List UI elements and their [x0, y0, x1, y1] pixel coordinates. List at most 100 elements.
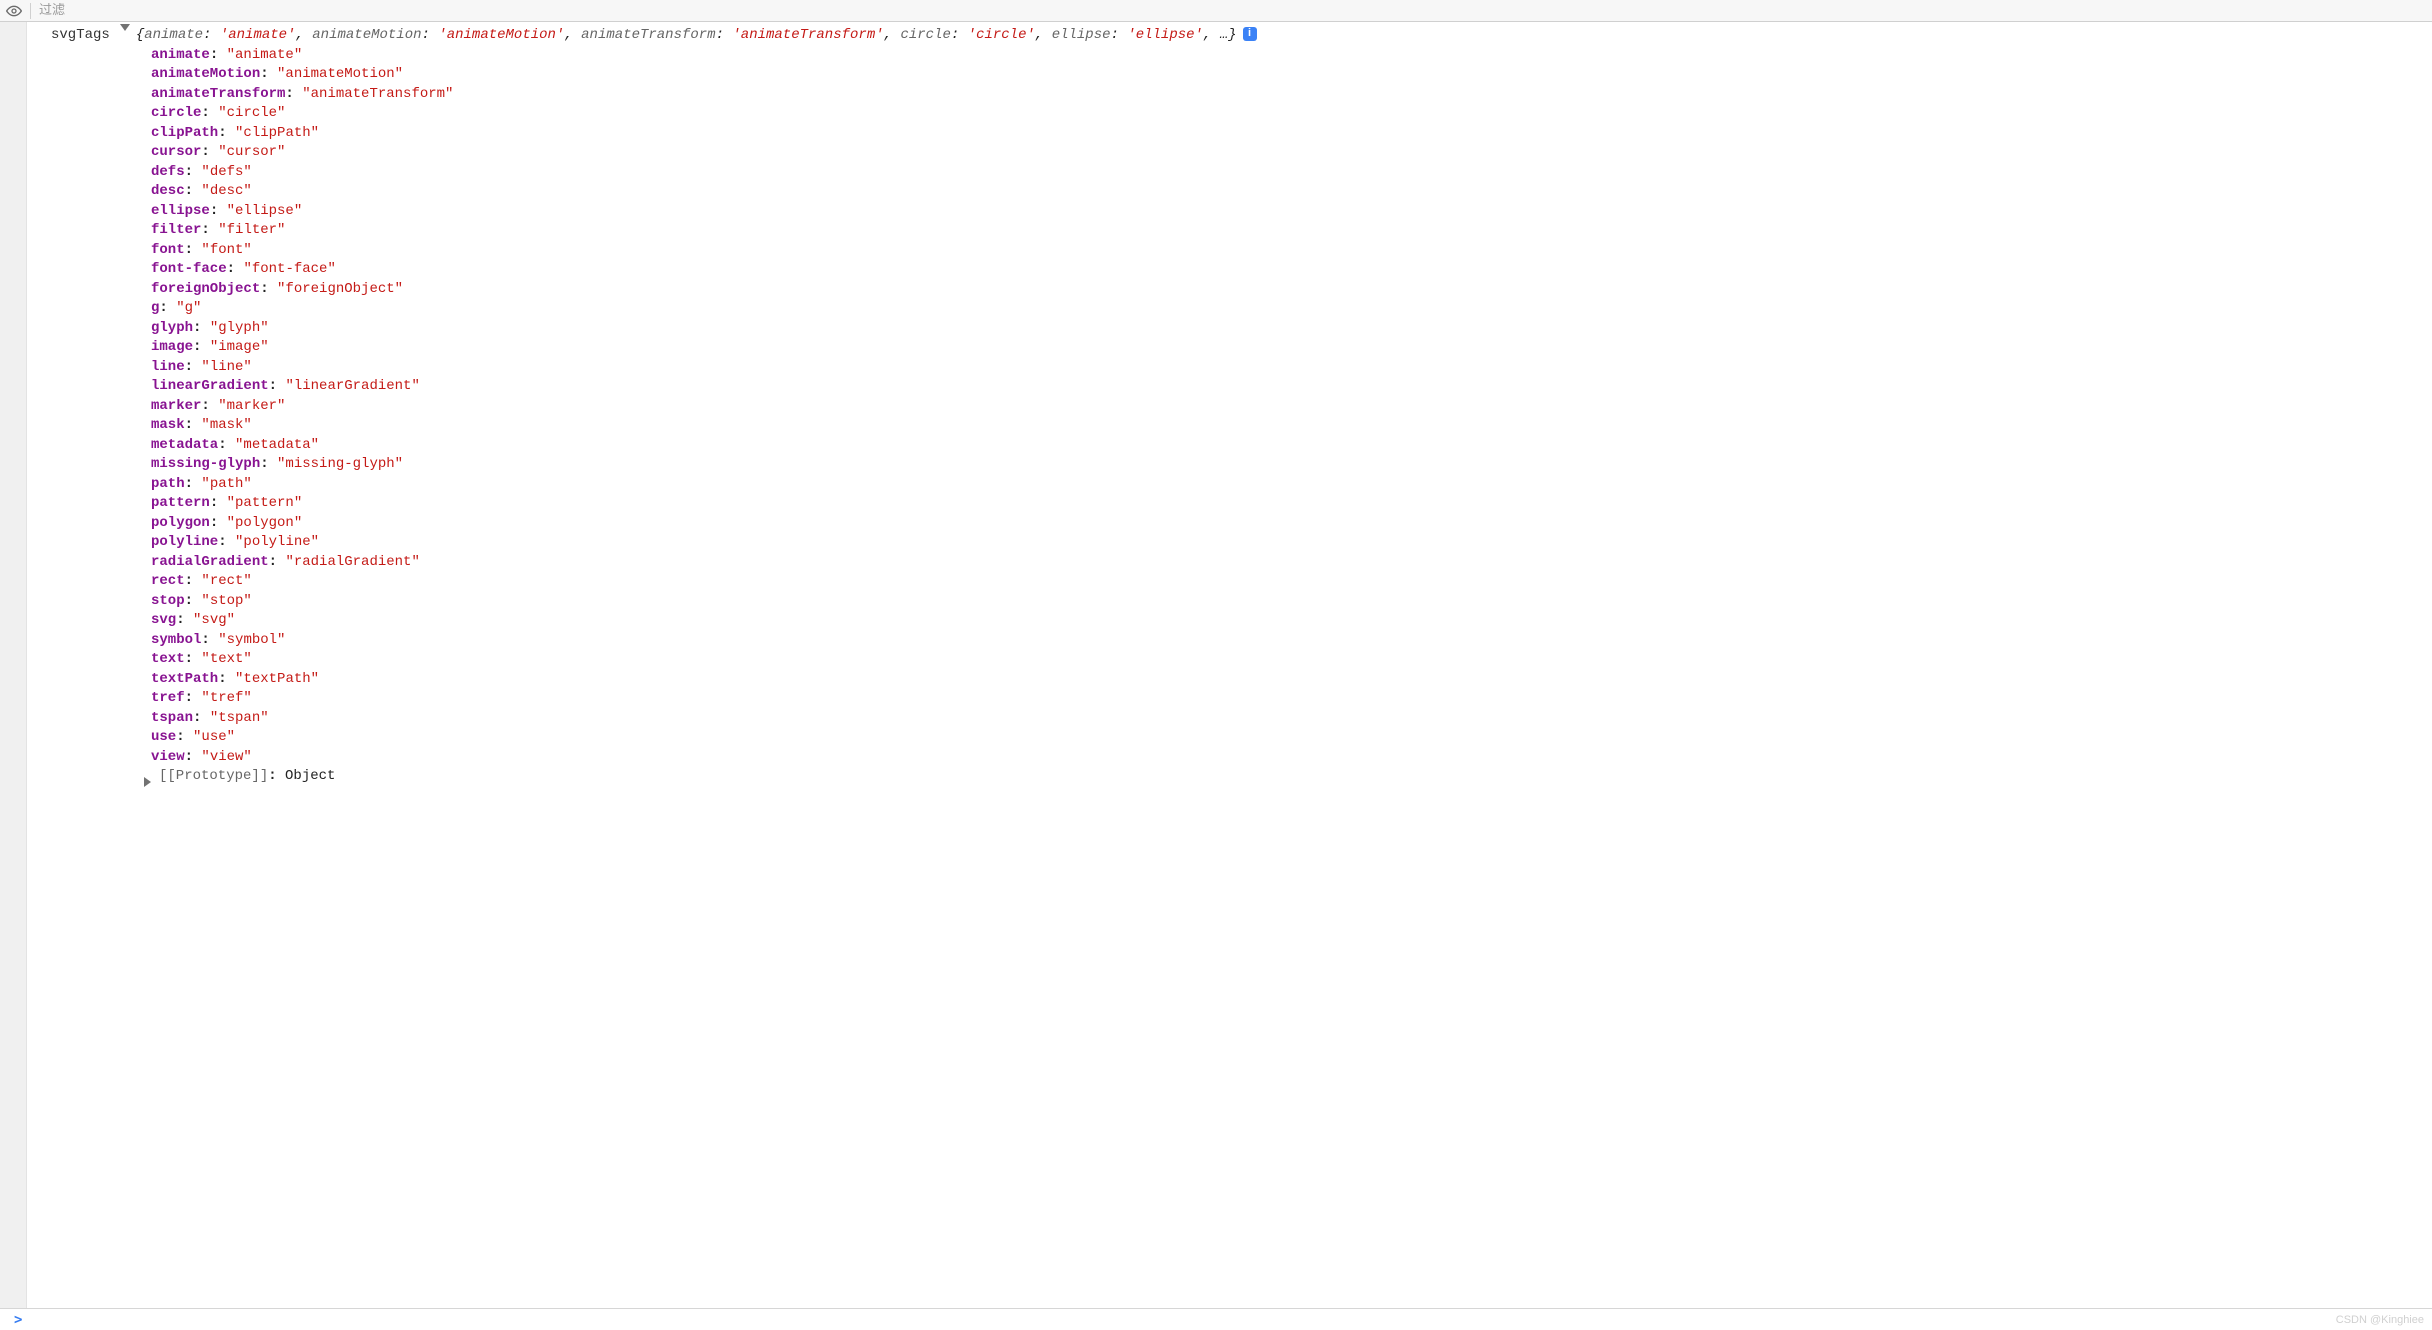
- property-key: animateTransform: [151, 86, 285, 102]
- gutter: [0, 22, 27, 1308]
- property-row[interactable]: defs: "defs": [151, 163, 2432, 183]
- property-value: "circle": [218, 105, 285, 121]
- info-icon[interactable]: i: [1243, 27, 1257, 41]
- property-value: "stop": [201, 593, 251, 609]
- property-key: animate: [151, 47, 210, 63]
- property-value: "tref": [201, 690, 251, 706]
- property-value: "animateTransform": [302, 86, 453, 102]
- property-row[interactable]: svg: "svg": [151, 611, 2432, 631]
- property-key: circle: [151, 105, 201, 121]
- property-key: text: [151, 651, 185, 667]
- property-row[interactable]: radialGradient: "radialGradient": [151, 553, 2432, 573]
- property-key: image: [151, 339, 193, 355]
- property-value: "marker": [218, 398, 285, 414]
- property-value: "rect": [201, 573, 251, 589]
- property-row[interactable]: mask: "mask": [151, 416, 2432, 436]
- property-value: "polygon": [227, 515, 303, 531]
- property-value: "foreignObject": [277, 281, 403, 297]
- property-value: "animateMotion": [277, 66, 403, 82]
- property-value: "svg": [193, 612, 235, 628]
- toolbar-separator: [30, 3, 31, 19]
- live-expression-icon[interactable]: [6, 3, 22, 19]
- property-row[interactable]: ellipse: "ellipse": [151, 202, 2432, 222]
- property-row[interactable]: tref: "tref": [151, 689, 2432, 709]
- property-row[interactable]: textPath: "textPath": [151, 670, 2432, 690]
- property-value: "cursor": [218, 144, 285, 160]
- property-row[interactable]: line: "line": [151, 358, 2432, 378]
- property-key: cursor: [151, 144, 201, 160]
- property-key: pattern: [151, 495, 210, 511]
- property-row[interactable]: rect: "rect": [151, 572, 2432, 592]
- property-key: animateMotion: [151, 66, 260, 82]
- property-value: "pattern": [227, 495, 303, 511]
- property-value: "desc": [201, 183, 251, 199]
- property-key: tspan: [151, 710, 193, 726]
- property-row[interactable]: animateTransform: "animateTransform": [151, 85, 2432, 105]
- property-value: "line": [201, 359, 251, 375]
- property-key: font-face: [151, 261, 227, 277]
- property-value: "text": [201, 651, 251, 667]
- property-row[interactable]: font: "font": [151, 241, 2432, 261]
- collapse-toggle-icon[interactable]: [120, 24, 130, 31]
- property-row[interactable]: metadata: "metadata": [151, 436, 2432, 456]
- console-prompt-bar[interactable]: >: [0, 1308, 2432, 1330]
- property-key: clipPath: [151, 125, 218, 141]
- property-key: path: [151, 476, 185, 492]
- property-value: "ellipse": [227, 203, 303, 219]
- property-row[interactable]: path: "path": [151, 475, 2432, 495]
- prototype-row[interactable]: [[Prototype]]: Object: [134, 767, 2432, 787]
- property-key: desc: [151, 183, 185, 199]
- property-row[interactable]: text: "text": [151, 650, 2432, 670]
- property-row[interactable]: stop: "stop": [151, 592, 2432, 612]
- property-value: "mask": [201, 417, 251, 433]
- property-value: "image": [210, 339, 269, 355]
- property-row[interactable]: polygon: "polygon": [151, 514, 2432, 534]
- property-key: rect: [151, 573, 185, 589]
- property-row[interactable]: glyph: "glyph": [151, 319, 2432, 339]
- property-row[interactable]: filter: "filter": [151, 221, 2432, 241]
- property-key: tref: [151, 690, 185, 706]
- property-key: textPath: [151, 671, 218, 687]
- console-output: svgTags {animate: 'animate', animateMoti…: [0, 22, 2432, 1308]
- property-row[interactable]: cursor: "cursor": [151, 143, 2432, 163]
- property-row[interactable]: view: "view": [151, 748, 2432, 768]
- filter-input[interactable]: [39, 3, 299, 18]
- property-key: missing-glyph: [151, 456, 260, 472]
- property-row[interactable]: circle: "circle": [151, 104, 2432, 124]
- property-key: stop: [151, 593, 185, 609]
- property-key: mask: [151, 417, 185, 433]
- property-key: line: [151, 359, 185, 375]
- property-value: "font": [201, 242, 251, 258]
- property-value: "view": [201, 749, 251, 765]
- property-row[interactable]: linearGradient: "linearGradient": [151, 377, 2432, 397]
- property-key: font: [151, 242, 185, 258]
- property-row[interactable]: animateMotion: "animateMotion": [151, 65, 2432, 85]
- property-row[interactable]: foreignObject: "foreignObject": [151, 280, 2432, 300]
- property-row[interactable]: clipPath: "clipPath": [151, 124, 2432, 144]
- property-row[interactable]: g: "g": [151, 299, 2432, 319]
- property-value: "font-face": [243, 261, 335, 277]
- property-row[interactable]: marker: "marker": [151, 397, 2432, 417]
- property-row[interactable]: animate: "animate": [151, 46, 2432, 66]
- property-row[interactable]: missing-glyph: "missing-glyph": [151, 455, 2432, 475]
- property-row[interactable]: pattern: "pattern": [151, 494, 2432, 514]
- log-entry: svgTags {animate: 'animate', animateMoti…: [27, 22, 2432, 1308]
- prototype-key: [[Prototype]]: [159, 767, 268, 787]
- property-row[interactable]: use: "use": [151, 728, 2432, 748]
- variable-name: svgTags: [51, 26, 110, 46]
- property-row[interactable]: font-face: "font-face": [151, 260, 2432, 280]
- object-summary[interactable]: {animate: 'animate', animateMotion: 'ani…: [136, 26, 1237, 46]
- property-key: filter: [151, 222, 201, 238]
- property-key: view: [151, 749, 185, 765]
- property-key: linearGradient: [151, 378, 269, 394]
- prototype-value: Object: [285, 767, 335, 787]
- property-row[interactable]: polyline: "polyline": [151, 533, 2432, 553]
- property-row[interactable]: tspan: "tspan": [151, 709, 2432, 729]
- property-row[interactable]: symbol: "symbol": [151, 631, 2432, 651]
- property-row[interactable]: image: "image": [151, 338, 2432, 358]
- expand-toggle-icon[interactable]: [144, 777, 151, 787]
- property-value: "tspan": [210, 710, 269, 726]
- property-row[interactable]: desc: "desc": [151, 182, 2432, 202]
- console-toolbar: [0, 0, 2432, 22]
- property-value: "use": [193, 729, 235, 745]
